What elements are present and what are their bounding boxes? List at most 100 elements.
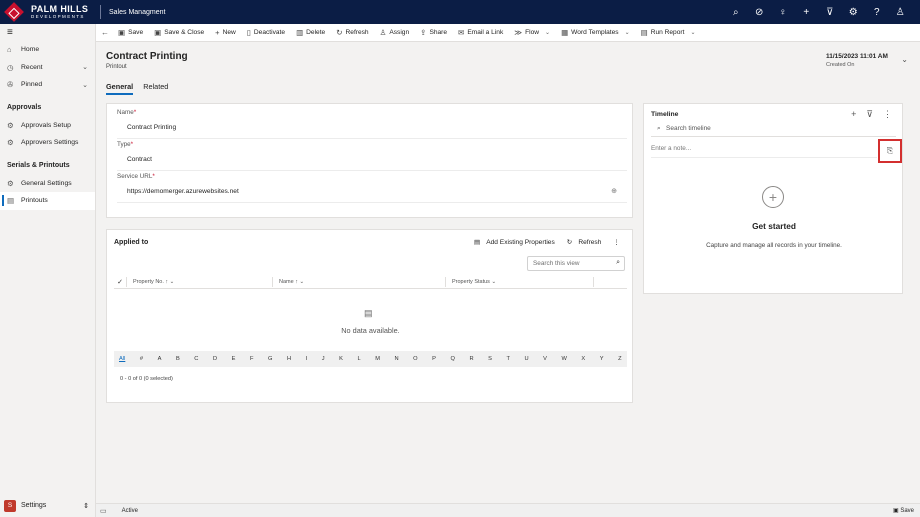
alphabet-letter[interactable]: I (306, 356, 308, 362)
alphabet-letter[interactable]: Y (600, 356, 604, 362)
attachment-button[interactable]: ⎘ (878, 139, 902, 163)
sidebar-item-approvers-settings[interactable]: ⚙ Approvers Settings (0, 134, 95, 152)
record-status: Active (121, 507, 138, 514)
chevron-down-icon[interactable]: ⌄ (82, 63, 88, 71)
sidebar-item-pinned[interactable]: ✇ Pinned ⌄ (0, 76, 95, 94)
column-name[interactable]: Name ↑ ⌄ (272, 276, 445, 287)
search-icon[interactable]: ⌕ (724, 7, 748, 18)
record-count: 0 - 0 of 0 (0 selected) (120, 376, 173, 382)
logo-line2: DEVELOPMENTS (31, 13, 85, 19)
alphabet-letter[interactable]: S (488, 356, 492, 362)
alphabet-letter[interactable]: N (395, 356, 399, 362)
filter-icon[interactable]: ⊽ (818, 7, 842, 18)
share-button[interactable]: ⇪ Share (420, 28, 447, 37)
note-input[interactable]: Enter a note... (651, 145, 877, 158)
word-icon: ▦ (561, 28, 569, 37)
help-icon[interactable]: ? (865, 7, 889, 18)
run-report-button[interactable]: ▤ Run Report ⌄ (641, 28, 696, 37)
tab-related[interactable]: Related (143, 82, 168, 95)
alphabet-letter[interactable]: C (194, 356, 198, 362)
created-on-value: 11/15/2023 11:01 AM (826, 53, 888, 60)
hamburger-menu-icon[interactable]: ≡ (0, 24, 95, 41)
chevron-down-icon[interactable]: ⌄ (82, 81, 88, 89)
alphabet-letter[interactable]: B (176, 356, 180, 362)
area-badge: S (4, 499, 16, 512)
app-title[interactable]: Sales Managment (109, 9, 165, 16)
name-input[interactable]: Contract Printing (117, 124, 627, 131)
word-templates-button[interactable]: ▦ Word Templates ⌄ (561, 28, 630, 37)
alphabet-filter: All # A B C D E F G H I J K L M N O P Q R S T U V W X Y Z (114, 351, 627, 367)
chevron-down-icon: ⌄ (690, 30, 696, 36)
select-all-checkbox[interactable]: ✓ (114, 278, 126, 286)
tab-general[interactable]: General (106, 82, 134, 95)
search-icon[interactable]: ⌕ (616, 259, 620, 267)
window-icon[interactable]: ▭ (100, 507, 107, 515)
new-button[interactable]: + New (215, 28, 236, 37)
alphabet-letter[interactable]: O (413, 356, 417, 362)
column-property-status[interactable]: Property Status ⌄ (445, 276, 594, 287)
type-field: Type* Contract (117, 141, 627, 171)
gear-icon: ⚙ (7, 138, 14, 148)
deactivate-button[interactable]: ▯ Deactivate (247, 28, 285, 37)
alphabet-letter[interactable]: L (357, 356, 360, 362)
email-link-button[interactable]: ✉ Email a Link (458, 28, 503, 37)
area-switcher[interactable]: S Settings ⇕ (0, 498, 96, 513)
trash-icon: ▥ (296, 28, 304, 37)
alphabet-letter[interactable]: G (268, 356, 272, 362)
plus-icon[interactable]: + (851, 109, 856, 120)
add-existing-button[interactable]: Add Existing Properties (486, 239, 555, 246)
sidebar-item-label: Approvals Setup (21, 121, 71, 129)
more-options-icon[interactable]: ⋮ (613, 238, 620, 246)
alphabet-letter[interactable]: All (119, 356, 125, 362)
alphabet-letter[interactable]: Z (618, 356, 621, 362)
alphabet-letter[interactable]: X (581, 356, 585, 362)
back-arrow-icon[interactable]: ← (101, 28, 109, 37)
subgrid-refresh-button[interactable]: Refresh (578, 239, 601, 246)
assign-button[interactable]: ♙ Assign (380, 28, 410, 37)
person-icon[interactable]: ♙ (889, 7, 913, 18)
sidebar-item-label: Printouts (21, 197, 48, 205)
globe-icon[interactable]: ⊕ (611, 187, 617, 195)
brand-logo[interactable]: PALM HILLS DEVELOPMENTS (0, 0, 96, 24)
task-icon[interactable]: ⊘ (748, 7, 772, 18)
type-input[interactable]: Contract (117, 156, 627, 163)
alphabet-letter[interactable]: F (250, 356, 253, 362)
alphabet-letter[interactable]: J (322, 356, 325, 362)
alphabet-letter[interactable]: R (469, 356, 473, 362)
alphabet-letter[interactable]: H (287, 356, 291, 362)
sidebar-item-home[interactable]: ⌂ Home (0, 41, 95, 59)
alphabet-letter[interactable]: # (140, 356, 143, 362)
alphabet-letter[interactable]: P (432, 356, 436, 362)
column-property-no[interactable]: Property No. ↑ ⌄ (126, 276, 272, 287)
lightbulb-icon[interactable]: ♀ (771, 7, 795, 18)
service-url-input[interactable]: https://demomerger.azurewebsites.net (117, 188, 627, 195)
more-options-icon[interactable]: ⋮ (883, 109, 892, 120)
alphabet-letter[interactable]: V (543, 356, 547, 362)
sidebar-item-approvals-setup[interactable]: ⚙ Approvals Setup (0, 117, 95, 135)
timeline-search-input[interactable]: ⌕ Search timeline (651, 125, 896, 137)
sidebar-item-general-settings[interactable]: ⚙ General Settings (0, 175, 95, 193)
save-button[interactable]: ▣ Save (118, 28, 143, 37)
alphabet-letter[interactable]: W (562, 356, 567, 362)
alphabet-letter[interactable]: K (339, 356, 343, 362)
alphabet-letter[interactable]: E (232, 356, 236, 362)
refresh-button[interactable]: ↻ Refresh (336, 28, 368, 37)
chevron-down-icon[interactable]: ⌄ (901, 55, 908, 64)
subgrid-search-input[interactable]: Search this view ⌕ (527, 256, 625, 271)
alphabet-letter[interactable]: Q (450, 356, 454, 362)
alphabet-letter[interactable]: T (506, 356, 509, 362)
flow-button[interactable]: ≫ Flow ⌄ (514, 28, 550, 37)
save-close-button[interactable]: ▣ Save & Close (154, 28, 204, 37)
delete-button[interactable]: ▥ Delete (296, 28, 325, 37)
alphabet-letter[interactable]: U (525, 356, 529, 362)
plus-icon[interactable]: + (795, 7, 819, 18)
sidebar-item-recent[interactable]: ◷ Recent ⌄ (0, 59, 95, 77)
filter-icon[interactable]: ⊽ (866, 109, 873, 120)
alphabet-letter[interactable]: M (375, 356, 380, 362)
alphabet-letter[interactable]: D (213, 356, 217, 362)
alphabet-letter[interactable]: A (158, 356, 162, 362)
gear-icon[interactable]: ⚙ (842, 7, 866, 18)
logo-line1: PALM HILLS (31, 3, 89, 14)
sidebar-item-printouts[interactable]: ▤ Printouts (0, 192, 95, 210)
status-save-button[interactable]: ▣ Save (893, 507, 914, 514)
